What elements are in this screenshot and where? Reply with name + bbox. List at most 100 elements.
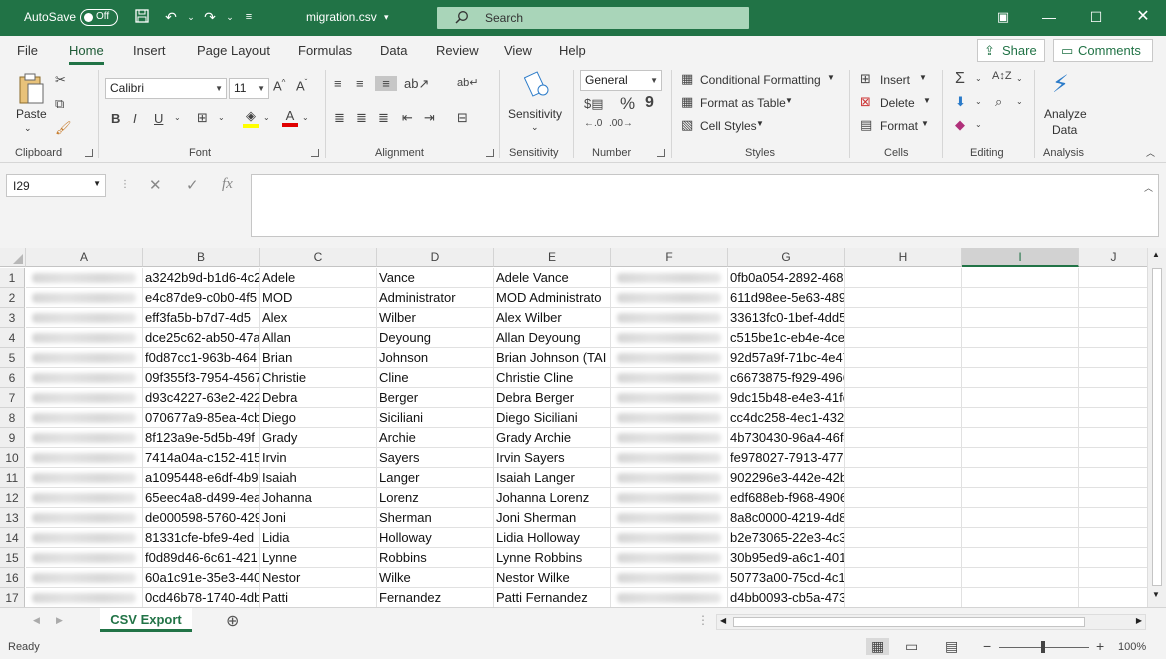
cell-b16[interactable]: 60a1c91e-35e3-440 — [143, 568, 260, 588]
cell-c8[interactable]: Diego — [260, 408, 377, 428]
undo-icon[interactable]: ↶ — [162, 8, 180, 26]
number-format-combo[interactable]: General ▼ — [580, 70, 662, 91]
cell-h14[interactable] — [845, 528, 962, 548]
clipboard-launcher-icon[interactable] — [85, 149, 93, 157]
cell-e4[interactable]: Allan Deyoung — [494, 328, 611, 348]
number-launcher-icon[interactable] — [657, 149, 665, 157]
cell-d15[interactable]: Robbins — [377, 548, 494, 568]
scroll-thumb[interactable] — [1152, 268, 1162, 586]
cell-j9[interactable] — [1079, 428, 1148, 448]
cell-i1[interactable] — [962, 268, 1079, 288]
redo-icon[interactable]: ↷ — [201, 8, 219, 26]
font-color-dropdown-icon[interactable]: ⌄ — [302, 113, 309, 122]
add-sheet-icon[interactable]: ⊕ — [226, 611, 239, 631]
tab-page-layout[interactable]: Page Layout — [197, 43, 270, 58]
cell-i14[interactable] — [962, 528, 1079, 548]
cell-f16[interactable] — [611, 568, 728, 588]
cell-b2[interactable]: e4c87de9-c0b0-4f5 — [143, 288, 260, 308]
cell-styles-label[interactable]: Cell Styles — [700, 119, 757, 133]
cell-j8[interactable] — [1079, 408, 1148, 428]
cell-j4[interactable] — [1079, 328, 1148, 348]
conditional-formatting-label[interactable]: Conditional Formatting — [700, 73, 821, 87]
cell-d10[interactable]: Sayers — [377, 448, 494, 468]
row-header[interactable]: 6 — [0, 368, 25, 388]
save-icon[interactable] — [133, 8, 151, 26]
chevron-down-icon[interactable]: ▼ — [756, 119, 764, 128]
cell-a17[interactable] — [26, 588, 143, 607]
increase-decimal-icon[interactable]: ←.0 — [584, 118, 602, 129]
analyze-label[interactable]: Analyze — [1044, 107, 1087, 121]
cell-e5[interactable]: Brian Johnson (TAI — [494, 348, 611, 368]
cell-j6[interactable] — [1079, 368, 1148, 388]
column-header-e[interactable]: E — [494, 248, 611, 267]
column-header-d[interactable]: D — [377, 248, 494, 267]
normal-view-icon[interactable]: ▦ — [866, 638, 890, 655]
insert-cells-icon[interactable]: ⊞ — [860, 71, 871, 87]
cell-d6[interactable]: Cline — [377, 368, 494, 388]
page-break-view-icon[interactable]: ▤ — [945, 638, 958, 655]
accounting-format-icon[interactable]: $▤ — [584, 96, 604, 112]
row-header[interactable]: 1 — [0, 268, 25, 288]
copy-icon[interactable]: ⧉ — [55, 96, 64, 112]
fill-icon[interactable]: ⬇ — [955, 94, 966, 110]
undo-dropdown-icon[interactable]: ⌄ — [182, 8, 200, 26]
row-header[interactable]: 7 — [0, 388, 25, 408]
cell-a16[interactable] — [26, 568, 143, 588]
find-select-dropdown-icon[interactable]: ⌄ — [1016, 97, 1023, 106]
filename-dropdown-icon[interactable]: ▾ — [384, 12, 389, 23]
cell-f2[interactable] — [611, 288, 728, 308]
cell-e6[interactable]: Christie Cline — [494, 368, 611, 388]
cell-i13[interactable] — [962, 508, 1079, 528]
sensitivity-icon[interactable] — [523, 70, 552, 103]
alignment-launcher-icon[interactable] — [486, 149, 494, 157]
cell-a5[interactable] — [26, 348, 143, 368]
cell-f11[interactable] — [611, 468, 728, 488]
cell-styles-icon[interactable]: ▧ — [681, 117, 693, 133]
cell-j11[interactable] — [1079, 468, 1148, 488]
tab-help[interactable]: Help — [559, 43, 586, 58]
column-header-h[interactable]: H — [845, 248, 962, 267]
cell-g9[interactable]: 4b730430-96a4-46f4-8f1a-6896f34caa04 — [728, 428, 845, 448]
cell-a10[interactable] — [26, 448, 143, 468]
row-header[interactable]: 8 — [0, 408, 25, 428]
tab-home[interactable]: Home — [69, 43, 104, 65]
borders-icon[interactable]: ⊞ — [197, 110, 208, 126]
cell-e17[interactable]: Patti Fernandez — [494, 588, 611, 607]
cell-e1[interactable]: Adele Vance — [494, 268, 611, 288]
scroll-down-icon[interactable]: ▼ — [1152, 590, 1160, 599]
cell-a9[interactable] — [26, 428, 143, 448]
column-header-c[interactable]: C — [260, 248, 377, 267]
scroll-right-icon[interactable]: ▶ — [1136, 616, 1142, 625]
cell-a3[interactable] — [26, 308, 143, 328]
cell-g5[interactable]: 92d57a9f-71bc-4e47-ab19-aabe5e906f66 — [728, 348, 845, 368]
autosave-toggle[interactable]: Off — [80, 9, 118, 26]
cell-i3[interactable] — [962, 308, 1079, 328]
cell-j5[interactable] — [1079, 348, 1148, 368]
cell-i16[interactable] — [962, 568, 1079, 588]
cell-b13[interactable]: de000598-5760-429 — [143, 508, 260, 528]
formula-input[interactable]: ︿ — [251, 174, 1159, 237]
cell-f5[interactable] — [611, 348, 728, 368]
cell-i17[interactable] — [962, 588, 1079, 607]
cell-c17[interactable]: Patti — [260, 588, 377, 607]
cell-i7[interactable] — [962, 388, 1079, 408]
more-options-icon[interactable]: ⋮ — [120, 179, 130, 190]
cell-h5[interactable] — [845, 348, 962, 368]
cell-i9[interactable] — [962, 428, 1079, 448]
row-header[interactable]: 14 — [0, 528, 25, 548]
cell-f4[interactable] — [611, 328, 728, 348]
cell-b5[interactable]: f0d87cc1-963b-464 — [143, 348, 260, 368]
column-header-f[interactable]: F — [611, 248, 728, 267]
delete-cells-icon[interactable]: ⊠ — [860, 94, 871, 110]
cell-f1[interactable] — [611, 268, 728, 288]
cell-d12[interactable]: Lorenz — [377, 488, 494, 508]
column-header-i[interactable]: I — [962, 248, 1079, 267]
cell-c4[interactable]: Allan — [260, 328, 377, 348]
format-cells-label[interactable]: Format — [880, 119, 918, 133]
cell-d4[interactable]: Deyoung — [377, 328, 494, 348]
conditional-formatting-icon[interactable]: ▦ — [681, 71, 693, 87]
row-header[interactable]: 13 — [0, 508, 25, 528]
cell-c14[interactable]: Lidia — [260, 528, 377, 548]
cell-c5[interactable]: Brian — [260, 348, 377, 368]
cell-a11[interactable] — [26, 468, 143, 488]
